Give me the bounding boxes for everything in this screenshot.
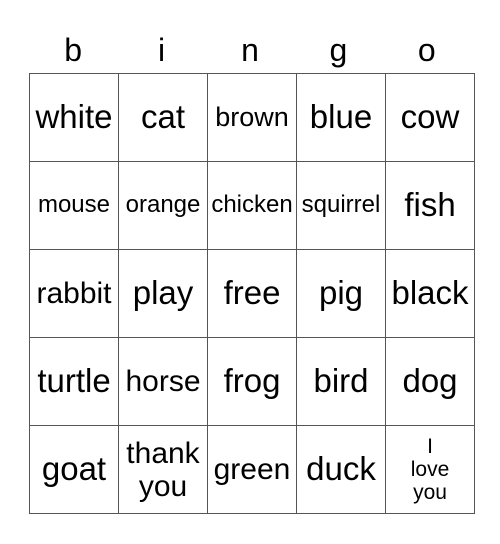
bingo-cell[interactable]: brown [207,73,297,162]
bingo-cell[interactable]: green [207,425,297,514]
bingo-cell[interactable]: squirrel [296,161,386,250]
bingo-cell[interactable]: duck [296,425,386,514]
bingo-cell-line: love [410,457,450,481]
bingo-header: b i n g o [29,28,471,73]
header-letter: b [64,32,83,68]
bingo-row: turtle horse frog bird dog [29,337,475,426]
bingo-cell[interactable]: orange [118,161,208,250]
bingo-cell[interactable]: mouse [29,161,119,250]
header-letter: g [329,32,348,68]
bingo-row: goat thank you green duck Ilove you [29,425,475,514]
bingo-cell[interactable]: bird [296,337,386,426]
bingo-cell[interactable]: fish [385,161,475,250]
bingo-cell-line: thank [126,436,200,470]
bingo-cell[interactable]: free [207,249,297,338]
bingo-cell[interactable]: white [29,73,119,162]
bingo-cell[interactable]: rabbit [29,249,119,338]
bingo-cell[interactable]: horse [118,337,208,426]
bingo-cell[interactable]: goat [29,425,119,514]
bingo-cell[interactable]: pig [296,249,386,338]
bingo-cell[interactable]: frog [207,337,297,426]
bingo-cell-line: you [138,469,188,503]
bingo-cell-line: I [427,434,433,458]
bingo-cell[interactable]: cow [385,73,475,162]
header-letter: o [417,32,436,68]
bingo-cell[interactable]: dog [385,337,475,426]
bingo-row: white cat brown blue cow [29,73,475,162]
bingo-cell[interactable]: black [385,249,475,338]
bingo-cell[interactable]: play [118,249,208,338]
bingo-cell[interactable]: chicken [207,161,297,250]
bingo-cell-line: you [413,481,447,505]
bingo-row: rabbit play free pig black [29,249,475,338]
bingo-row: mouse orange chicken squirrel fish [29,161,475,250]
bingo-cell[interactable]: turtle [29,337,119,426]
bingo-cell[interactable]: Ilove you [385,425,475,514]
bingo-card-grid: white cat brown blue cow mouse orange chicken sq… [29,73,475,514]
header-letter: i [158,32,166,68]
bingo-cell[interactable]: blue [296,73,386,162]
header-letter: n [241,32,259,68]
bingo-cell[interactable]: thank you [118,425,208,514]
bingo-cell[interactable]: cat [118,73,208,162]
